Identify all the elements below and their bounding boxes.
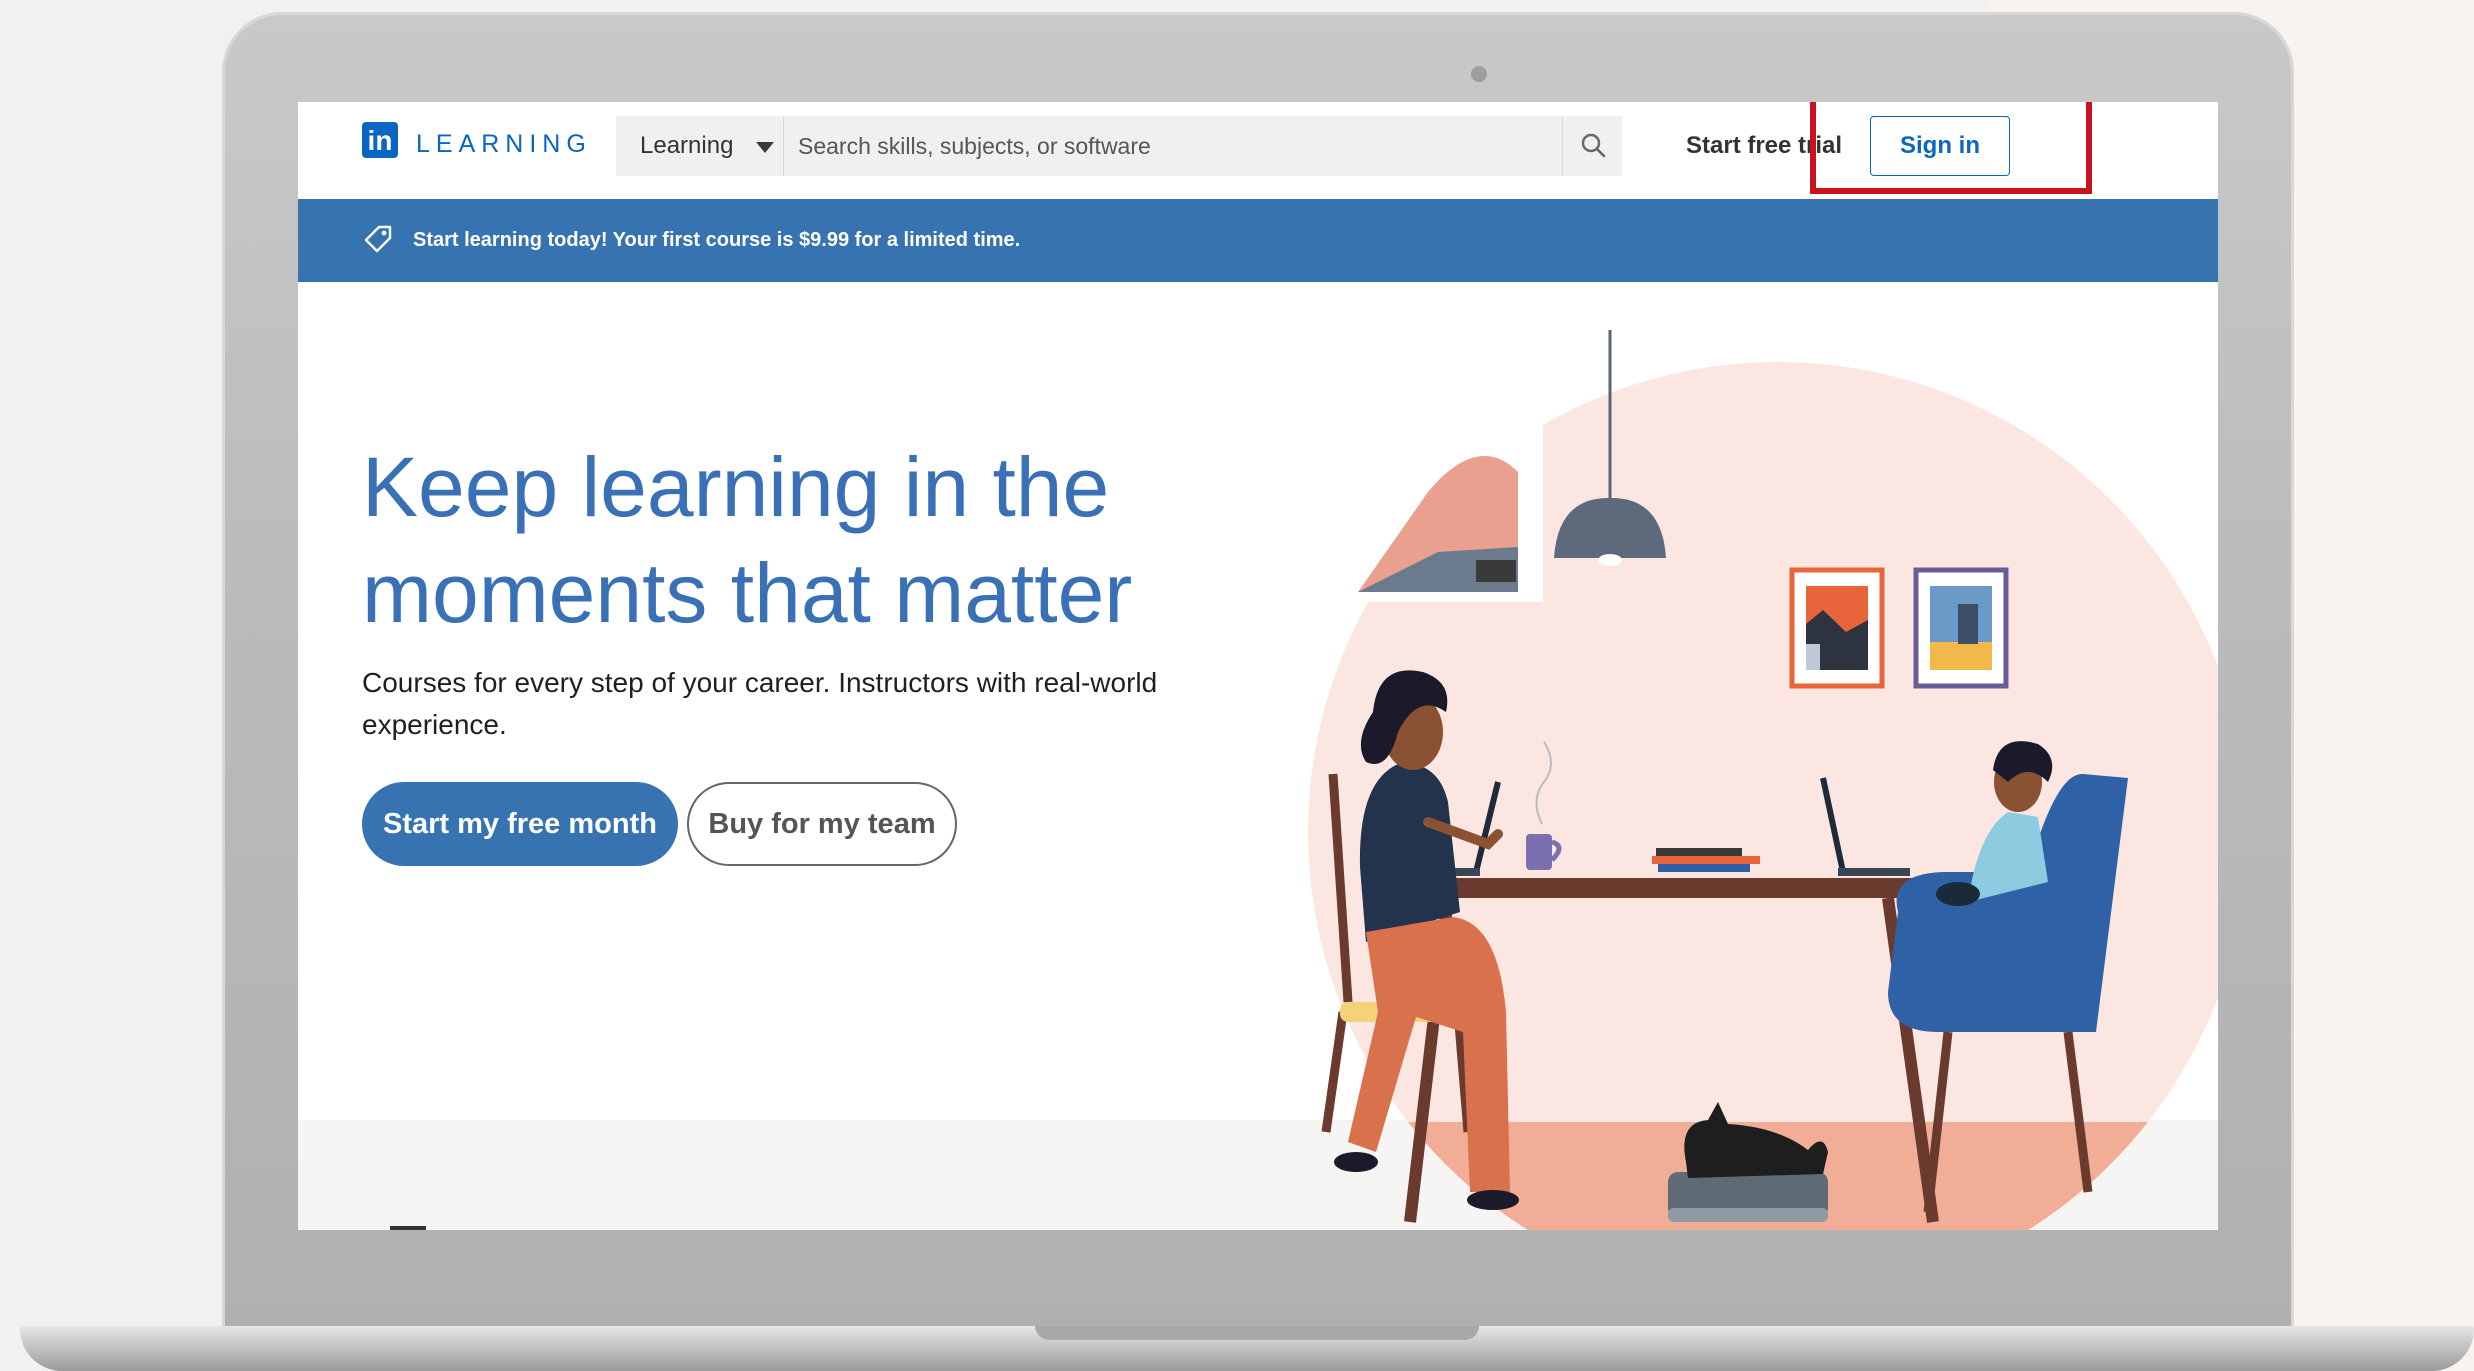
search-button[interactable] <box>1562 116 1622 176</box>
buy-for-team-button[interactable]: Buy for my team <box>687 782 957 866</box>
search-bar: Learning <box>616 116 1622 176</box>
category-dropdown[interactable]: Learning <box>616 116 784 176</box>
caret-down-icon <box>756 142 774 153</box>
partial-wall-art <box>1343 412 1543 602</box>
wall-frame-orange <box>1789 567 1885 689</box>
site-header: in LEARNING Learning Start free trial Si… <box>298 102 2218 200</box>
wall-frame-purple <box>1913 567 2009 689</box>
tag-icon <box>364 225 392 253</box>
hero-illustration <box>1308 330 2218 1230</box>
category-label: Learning <box>640 132 734 159</box>
promo-banner: Start learning today! Your first course … <box>298 199 2218 282</box>
logo-text[interactable]: LEARNING <box>416 130 592 159</box>
hero-title: Keep learning in the moments that matter <box>362 440 1133 640</box>
laptop-notch <box>1035 1326 1479 1340</box>
browser-screen: in LEARNING Learning Start free trial Si… <box>298 102 2218 1230</box>
highlight-box <box>1810 102 2092 194</box>
promo-banner-text: Start learning today! Your first course … <box>413 229 1021 251</box>
linkedin-logo-icon[interactable]: in <box>362 122 398 158</box>
start-free-month-button[interactable]: Start my free month <box>362 782 678 866</box>
search-icon <box>1581 133 1605 157</box>
next-section-heading-stub <box>390 1226 426 1230</box>
laptop-camera <box>1471 66 1487 82</box>
hero-subtitle: Courses for every step of your career. I… <box>362 667 1158 740</box>
search-input[interactable] <box>786 116 1574 176</box>
